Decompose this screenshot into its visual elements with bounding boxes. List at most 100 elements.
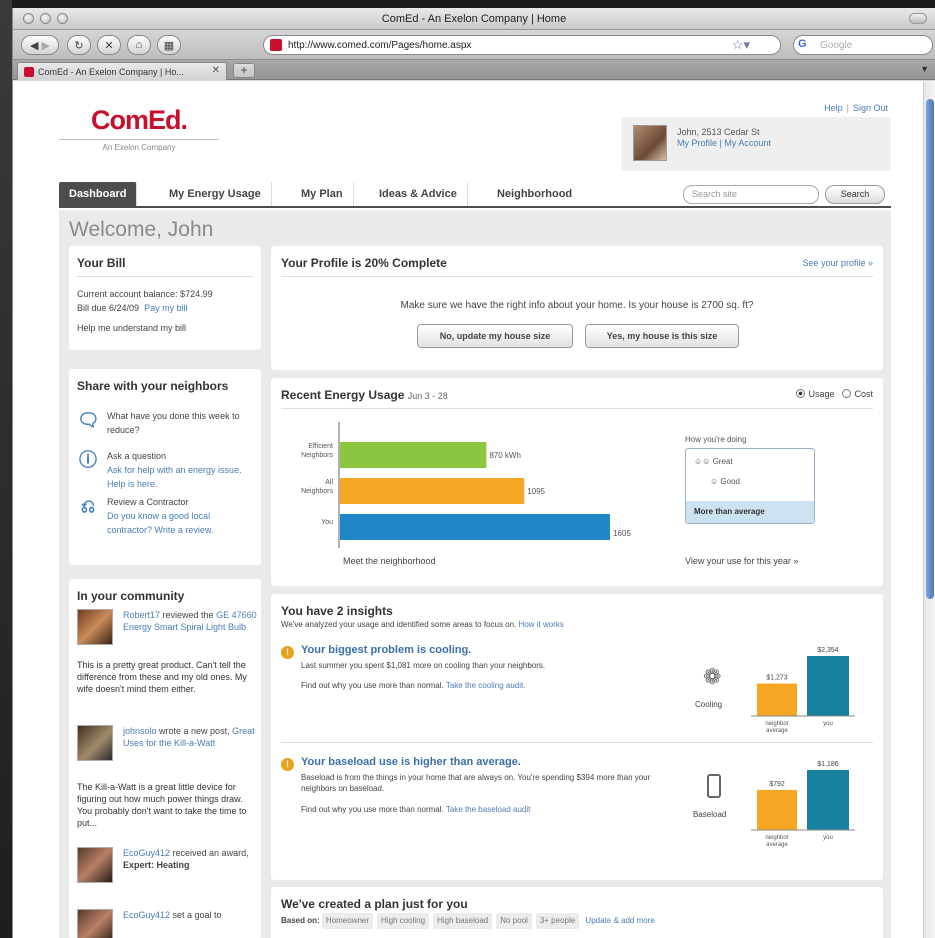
separator: | xyxy=(846,103,849,113)
radio-selected-icon xyxy=(796,389,806,398)
share-item-ask-question[interactable]: ⓘ Ask a question Ask for help with an en… xyxy=(77,449,257,491)
tab-favicon-icon xyxy=(24,66,34,77)
community-user-avatar[interactable] xyxy=(77,609,113,645)
home-button[interactable]: ⌂ xyxy=(127,35,151,55)
scrollbar-thumb[interactable] xyxy=(926,99,934,599)
smiley-icon: ☺ xyxy=(710,477,719,486)
speech-bubble-icon: 🗨 xyxy=(77,410,100,430)
help-link[interactable]: Help xyxy=(824,103,843,113)
reload-button[interactable]: ↻ xyxy=(67,35,91,55)
baseload-comparison-chart: $792 $1,186 neighboraverage you xyxy=(751,761,855,848)
meet-neighborhood-link[interactable]: Meet the neighborhood xyxy=(343,554,436,568)
neighbor-axis-label: average xyxy=(766,842,788,848)
confirm-house-size-button[interactable]: Yes, my house is this size xyxy=(585,324,739,348)
insight-title[interactable]: Your biggest problem is cooling. xyxy=(301,644,471,656)
community-user-link[interactable]: EcoGuy412 xyxy=(123,910,170,920)
community-action: received an award, xyxy=(170,848,249,858)
sidebar-button[interactable]: ▦ xyxy=(157,35,181,55)
insight-title[interactable]: Your baseload use is higher than average… xyxy=(301,756,521,768)
community-user-avatar[interactable] xyxy=(77,847,113,883)
nav-tab-dashboard[interactable]: Dashboard xyxy=(59,182,138,206)
community-user-link[interactable]: Robert17 xyxy=(123,610,160,620)
minimize-window-button[interactable] xyxy=(40,13,51,24)
my-profile-link[interactable]: My Profile xyxy=(677,138,717,148)
share-item-text[interactable]: Do you know a good local contractor? Wri… xyxy=(107,509,257,537)
how-row-good: ☺ Good xyxy=(710,477,740,486)
comed-logo[interactable]: ComEd. An Exelon Company xyxy=(59,105,219,152)
back-arrow-icon[interactable]: ◀ xyxy=(30,39,38,52)
plan-chip: Homeowner xyxy=(321,913,374,929)
browser-search-field[interactable]: G Google xyxy=(793,35,933,55)
usage-radio[interactable]: Usage xyxy=(796,389,834,399)
neighbor-value-label: $792 xyxy=(769,781,785,788)
cooling-audit-link[interactable]: Take the cooling audit. xyxy=(446,681,526,690)
user-avatar[interactable] xyxy=(633,125,667,161)
nav-tab-ideas-advice[interactable]: Ideas & Advice xyxy=(369,182,468,206)
share-item-review-contractor[interactable]: ⎌ Review a Contractor Do you know a good… xyxy=(77,495,257,537)
in-your-community-card: In your community Robert17 reviewed the … xyxy=(69,579,261,938)
share-item-text[interactable]: Ask for help with an energy issue. Help … xyxy=(107,463,257,491)
baseload-audit-link[interactable]: Take the baseload audit xyxy=(446,805,531,814)
bookmark-star-icon[interactable]: ☆▾ xyxy=(732,37,750,53)
my-account-link[interactable]: My Account xyxy=(724,138,771,148)
community-entry-text: Robert17 reviewed the GE 47660 Energy Sm… xyxy=(123,609,257,633)
community-user-avatar[interactable] xyxy=(77,909,113,938)
how-row-great: ☺☺ Great xyxy=(694,457,733,466)
update-house-size-button[interactable]: No, update my house size xyxy=(417,324,573,348)
community-entry-text: EcoGuy412 received an award, Expert: Hea… xyxy=(123,847,257,871)
community-entry-text: johnsolo wrote a new post, Great Uses fo… xyxy=(123,725,257,749)
address-bar[interactable]: http://www.comed.com/Pages/home.aspx ☆▾ xyxy=(263,35,781,55)
new-tab-button[interactable]: + xyxy=(233,63,255,78)
utility-links: Help | Sign Out xyxy=(824,103,888,113)
stop-icon: ✕ xyxy=(104,39,114,52)
smiley-icon: ☺☺ xyxy=(694,457,711,466)
community-user-link[interactable]: EcoGuy412 xyxy=(123,848,170,858)
insights-title: You have 2 insights xyxy=(281,604,393,618)
bill-title: Your Bill xyxy=(77,256,253,277)
radio-unselected-icon xyxy=(842,389,852,398)
tab-list-chevron-icon[interactable]: ▼ xyxy=(920,64,929,74)
community-award[interactable]: Expert: Heating xyxy=(123,860,190,870)
community-user-avatar[interactable] xyxy=(77,725,113,761)
site-search-input[interactable]: Search site xyxy=(683,185,819,204)
profile-completion-card: Your Profile is 20% Complete See your pr… xyxy=(271,246,883,370)
community-user-link[interactable]: johnsolo xyxy=(123,726,157,736)
zoom-window-button[interactable] xyxy=(57,13,68,24)
browser-tab-active[interactable]: ComEd - An Exelon Company | Ho... ✕ xyxy=(17,62,227,80)
google-logo-icon: G xyxy=(798,38,807,50)
neighbor-bar xyxy=(757,683,797,716)
your-bill-card: Your Bill Current account balance: $724.… xyxy=(69,246,261,350)
cost-radio[interactable]: Cost xyxy=(842,389,873,399)
plan-chip: No pool xyxy=(496,913,532,929)
nav-tab-my-energy-usage[interactable]: My Energy Usage xyxy=(159,182,272,206)
chart-value-label: 1605 xyxy=(613,529,631,538)
share-item-text[interactable]: What have you done this week to reduce? xyxy=(107,409,257,437)
nav-tab-my-plan[interactable]: My Plan xyxy=(291,182,354,206)
user-profile-box: John, 2513 Cedar St My Profile | My Acco… xyxy=(621,117,891,171)
stop-button[interactable]: ✕ xyxy=(97,35,121,55)
nav-tab-neighborhood[interactable]: Neighborhood xyxy=(487,182,582,206)
page-scrollbar[interactable] xyxy=(923,81,935,938)
how-youre-doing-box: ☺☺ Great ☺ Good More than average xyxy=(685,448,815,524)
logo-subtitle: An Exelon Company xyxy=(102,143,176,152)
view-year-usage-link[interactable]: View your use for this year » xyxy=(685,554,798,568)
desktop-background-left xyxy=(0,0,12,938)
close-window-button[interactable] xyxy=(23,13,34,24)
share-item-reduce[interactable]: 🗨 What have you done this week to reduce… xyxy=(77,409,257,437)
understand-bill-link[interactable]: Help me understand my bill xyxy=(77,321,253,335)
back-forward-buttons[interactable]: ◀ ▶ xyxy=(21,35,59,55)
see-profile-link[interactable]: See your profile » xyxy=(802,258,873,268)
site-search-button[interactable]: Search xyxy=(825,185,885,204)
plug-icon xyxy=(707,774,721,798)
bill-due-row: Bill due 6/24/09 Pay my bill xyxy=(77,301,253,315)
update-plan-link[interactable]: Update & add more xyxy=(585,916,654,925)
toolbar-toggle-button[interactable] xyxy=(909,13,927,24)
tab-close-icon[interactable]: ✕ xyxy=(212,65,220,76)
forward-arrow-icon[interactable]: ▶ xyxy=(42,39,50,52)
pay-bill-link[interactable]: Pay my bill xyxy=(144,303,188,313)
how-it-works-link[interactable]: How it works xyxy=(519,620,564,629)
browser-search-placeholder: Google xyxy=(820,39,853,51)
sign-out-link[interactable]: Sign Out xyxy=(853,103,888,113)
neighbor-value-label: $1,273 xyxy=(766,675,788,682)
user-name-address: John, 2513 Cedar St xyxy=(677,127,760,137)
